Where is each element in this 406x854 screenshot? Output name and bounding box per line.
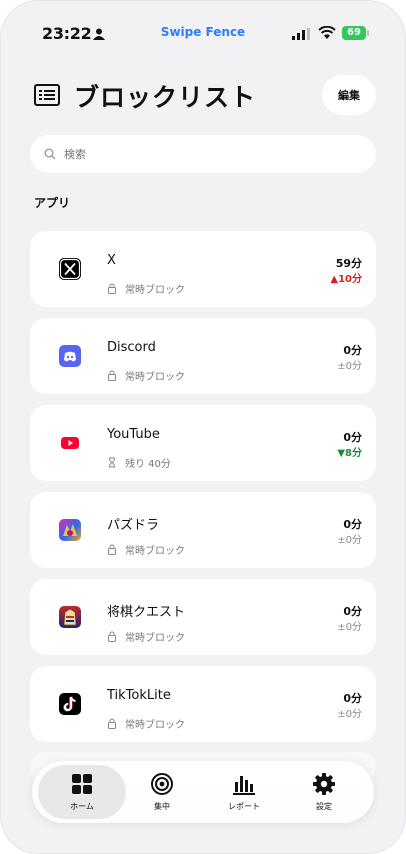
app-status: 常時ブロック <box>107 629 185 644</box>
status-bar: 23:22 Swipe Fence 69 <box>0 22 406 46</box>
app-status: 常時ブロック <box>107 368 185 383</box>
app-name: X <box>107 253 116 268</box>
app-row-tiktoklite[interactable]: TikTokLite 常時ブロック 0分 ±0分 <box>30 666 376 742</box>
lock-icon <box>108 631 116 642</box>
tab-home-label: ホーム <box>70 802 94 811</box>
header: ブロックリスト 編集 <box>0 75 406 116</box>
app-status: 常時ブロック <box>107 542 185 557</box>
x-app-icon <box>59 258 81 280</box>
app-status-text: 残り 40分 <box>125 459 171 470</box>
app-row-x[interactable]: X 常時ブロック 59分 ▲10分 <box>30 231 376 307</box>
app-status: 常時ブロック <box>107 281 185 296</box>
app-name: パズドラ <box>107 518 160 533</box>
bar-chart-icon <box>233 776 255 795</box>
usage-value: 0分 <box>343 692 362 705</box>
battery-icon: 69 <box>342 25 370 41</box>
tab-home[interactable]: ホーム <box>38 765 126 819</box>
usage-delta: ±0分 <box>337 622 362 633</box>
usage-delta: ▲10分 <box>330 274 362 285</box>
app-row-shogi-quest[interactable]: 将棋クエスト 常時ブロック 0分 ±0分 <box>30 579 376 655</box>
app-name: Discord <box>107 340 156 355</box>
usage-value: 0分 <box>343 605 362 618</box>
app-name: 将棋クエスト <box>107 605 186 620</box>
hourglass-icon <box>109 457 115 468</box>
phone-screen: 23:22 Swipe Fence 69 ブロックリスト 編集 アプリ X 常時… <box>0 0 406 854</box>
app-status-text: 常時ブロック <box>125 720 185 731</box>
usage-delta: ▼8分 <box>337 448 362 459</box>
app-name: TikTokLite <box>107 688 171 703</box>
lock-icon <box>108 370 116 381</box>
app-status-text: 常時ブロック <box>125 633 185 644</box>
grid-icon <box>72 774 92 794</box>
app-status-text: 常時ブロック <box>125 372 185 383</box>
discord-app-icon <box>59 345 81 367</box>
tab-settings-label: 設定 <box>316 802 332 811</box>
list-icon <box>34 84 60 106</box>
tab-settings[interactable]: 設定 <box>280 765 368 819</box>
battery-tip <box>367 30 369 36</box>
usage-delta: ±0分 <box>337 535 362 546</box>
search-bar[interactable] <box>30 135 376 173</box>
section-label-apps: アプリ <box>34 196 71 210</box>
youtube-app-icon <box>59 432 81 454</box>
battery-level: 69 <box>342 26 366 40</box>
usage-value: 0分 <box>343 518 362 531</box>
app-row-youtube[interactable]: YouTube 残り 40分 0分 ▼8分 <box>30 405 376 481</box>
tiktok-app-icon <box>59 693 81 715</box>
gear-icon <box>313 773 335 795</box>
app-status: 常時ブロック <box>107 716 185 731</box>
pazudora-app-icon <box>59 519 81 541</box>
tab-report-label: レポート <box>228 802 260 811</box>
tab-focus-label: 集中 <box>154 802 170 811</box>
usage-delta: ±0分 <box>337 709 362 720</box>
target-icon <box>151 773 173 795</box>
app-name: YouTube <box>107 427 160 442</box>
app-status: 残り 40分 <box>107 455 171 470</box>
search-icon <box>44 148 56 160</box>
shogi-quest-app-icon <box>59 606 81 628</box>
app-row-pazudora[interactable]: パズドラ 常時ブロック 0分 ±0分 <box>30 492 376 568</box>
tab-focus[interactable]: 集中 <box>118 765 206 819</box>
app-row-discord[interactable]: Discord 常時ブロック 0分 ±0分 <box>30 318 376 394</box>
signal-icon <box>292 28 310 40</box>
usage-value: 0分 <box>343 344 362 357</box>
app-status-text: 常時ブロック <box>125 285 185 296</box>
lock-icon <box>108 544 116 555</box>
tab-bar: ホーム 集中 レポート 設定 <box>32 761 374 823</box>
usage-value: 0分 <box>343 431 362 444</box>
edit-button[interactable]: 編集 <box>322 75 376 115</box>
app-status-text: 常時ブロック <box>125 546 185 557</box>
lock-icon <box>108 283 116 294</box>
wifi-icon <box>318 26 336 39</box>
page-title: ブロックリスト <box>74 83 257 112</box>
lock-icon <box>108 718 116 729</box>
usage-value: 59分 <box>335 257 362 270</box>
search-input[interactable] <box>64 147 344 161</box>
usage-delta: ±0分 <box>337 361 362 372</box>
tab-report[interactable]: レポート <box>200 765 288 819</box>
